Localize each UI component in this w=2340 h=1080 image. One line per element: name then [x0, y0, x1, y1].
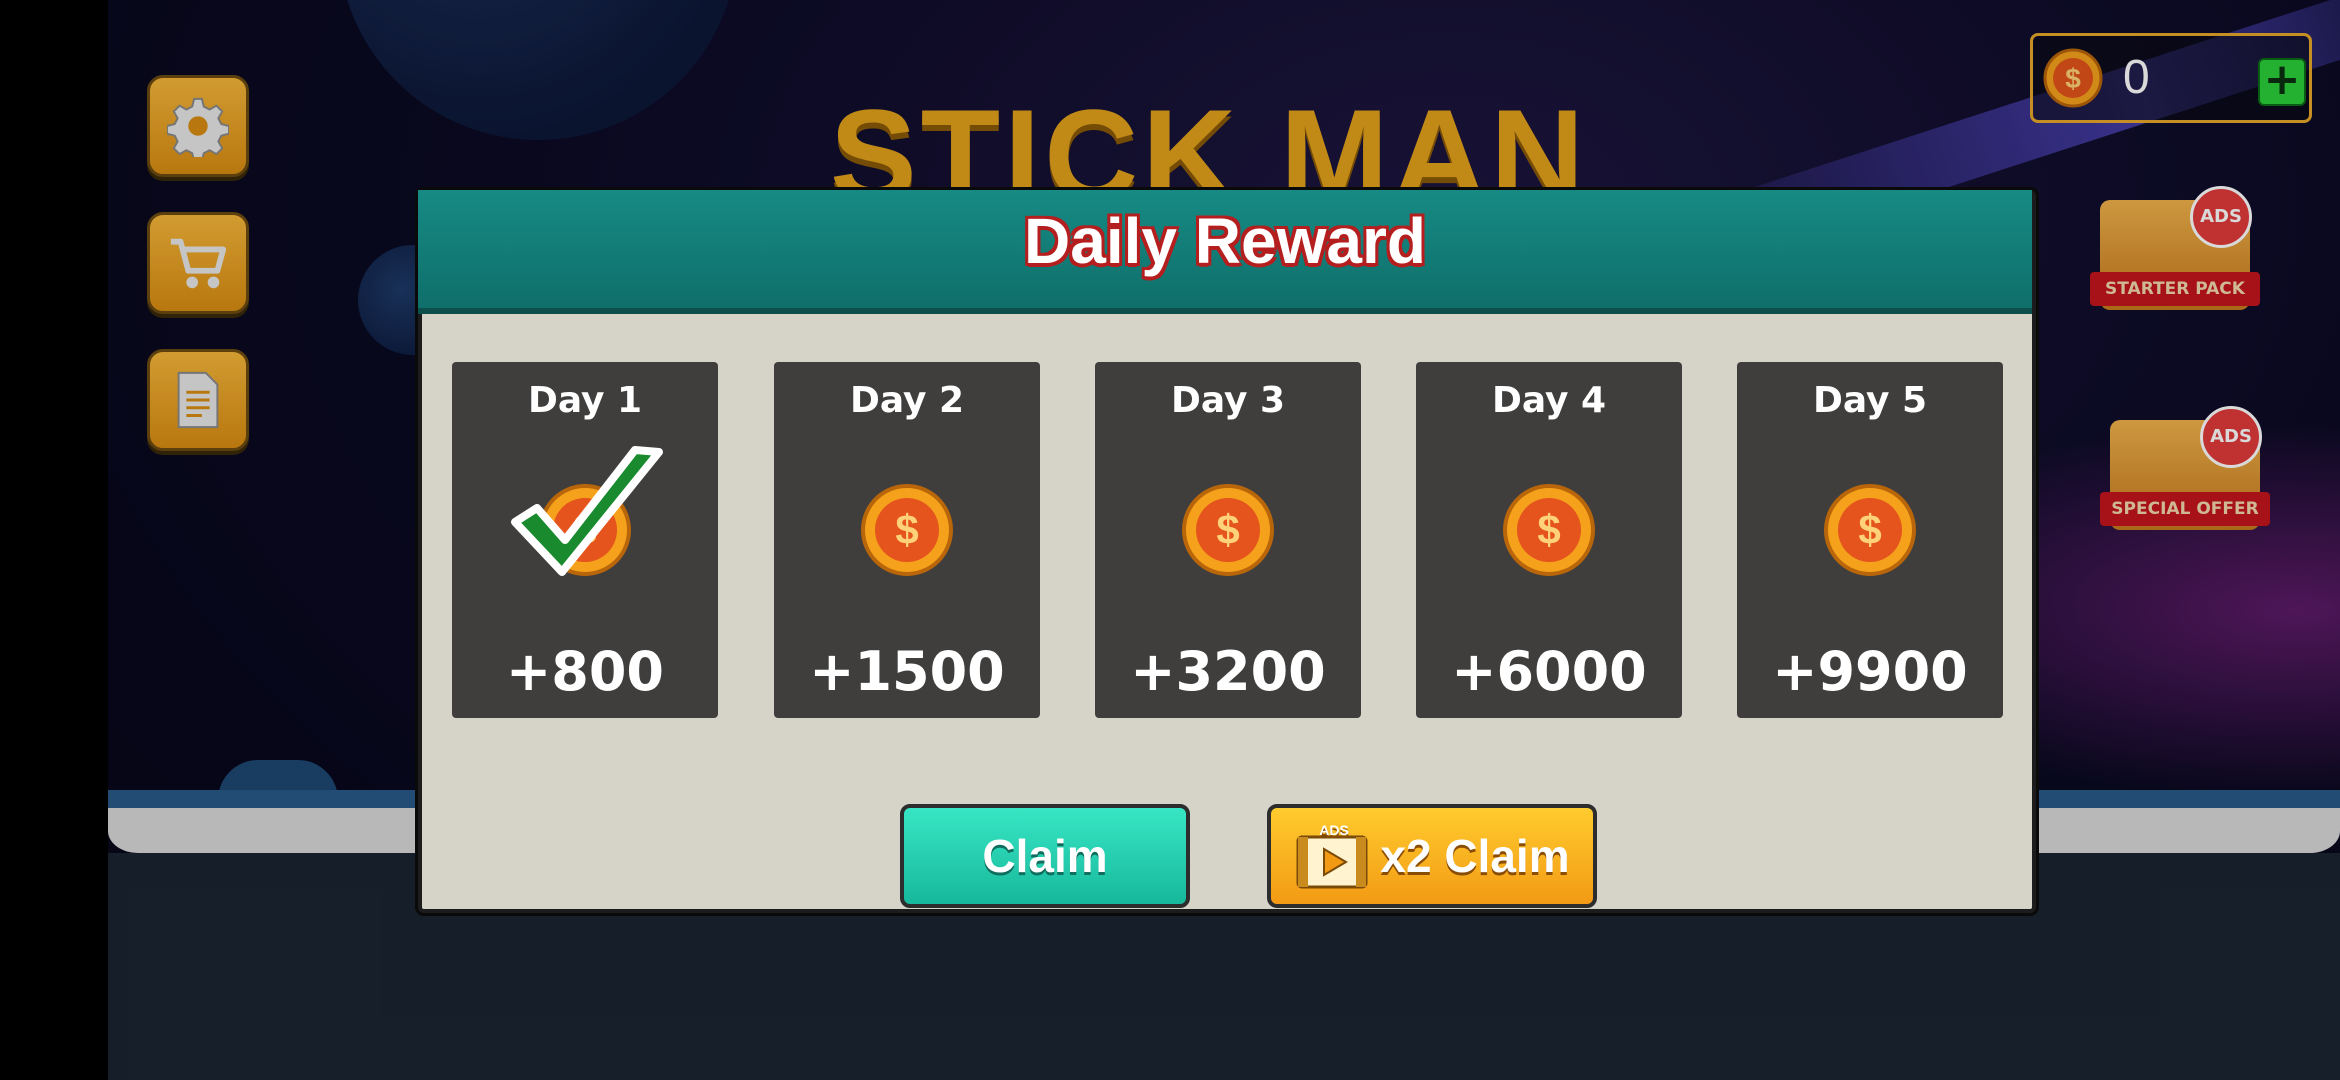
- day-card-2[interactable]: Day 2 $ +1500: [774, 362, 1040, 718]
- checkmark-icon: [511, 446, 663, 576]
- x2-claim-button[interactable]: ADS x2 Claim: [1267, 804, 1597, 908]
- day-label: Day 3: [1170, 380, 1286, 421]
- svg-text:$: $: [1858, 506, 1881, 553]
- reward-days: Day 1 $ +800 Day 2 $ +1500 Day 3: [452, 362, 2012, 722]
- video-ad-icon: ADS: [1296, 822, 1368, 889]
- reward-amount: +3200: [1130, 640, 1326, 703]
- day-card-3[interactable]: Day 3 $ +3200: [1095, 362, 1361, 718]
- dialog-header: Daily Reward: [418, 190, 2032, 314]
- day-label: Day 4: [1491, 380, 1607, 421]
- ads-tag: ADS: [1320, 822, 1350, 838]
- day-label: Day 2: [849, 380, 965, 421]
- reward-amount: +9900: [1772, 640, 1968, 703]
- reward-amount: +6000: [1451, 640, 1647, 703]
- day-label: Day 5: [1812, 380, 1928, 421]
- reward-amount: +800: [506, 640, 664, 703]
- day-card-1[interactable]: Day 1 $ +800: [452, 362, 718, 718]
- coin-icon: $: [1182, 484, 1274, 576]
- svg-text:$: $: [1537, 506, 1560, 553]
- svg-text:$: $: [895, 506, 918, 553]
- daily-reward-dialog: Daily Reward Day 1 $ +800 Day 2 $ +1500: [418, 190, 2036, 913]
- claim-label: Claim: [982, 830, 1108, 882]
- day-label: Day 1: [527, 380, 643, 421]
- coin-icon: $: [861, 484, 953, 576]
- coin-icon: $: [1503, 484, 1595, 576]
- claim-button[interactable]: Claim: [900, 804, 1190, 908]
- coin-icon: $: [1824, 484, 1916, 576]
- day-card-5[interactable]: Day 5 $ +9900: [1737, 362, 2003, 718]
- day-card-4[interactable]: Day 4 $ +6000: [1416, 362, 1682, 718]
- reward-amount: +1500: [809, 640, 1005, 703]
- svg-text:$: $: [1216, 506, 1239, 553]
- x2-claim-label: x2 Claim: [1380, 830, 1570, 882]
- dialog-title: Daily Reward: [1024, 205, 1426, 277]
